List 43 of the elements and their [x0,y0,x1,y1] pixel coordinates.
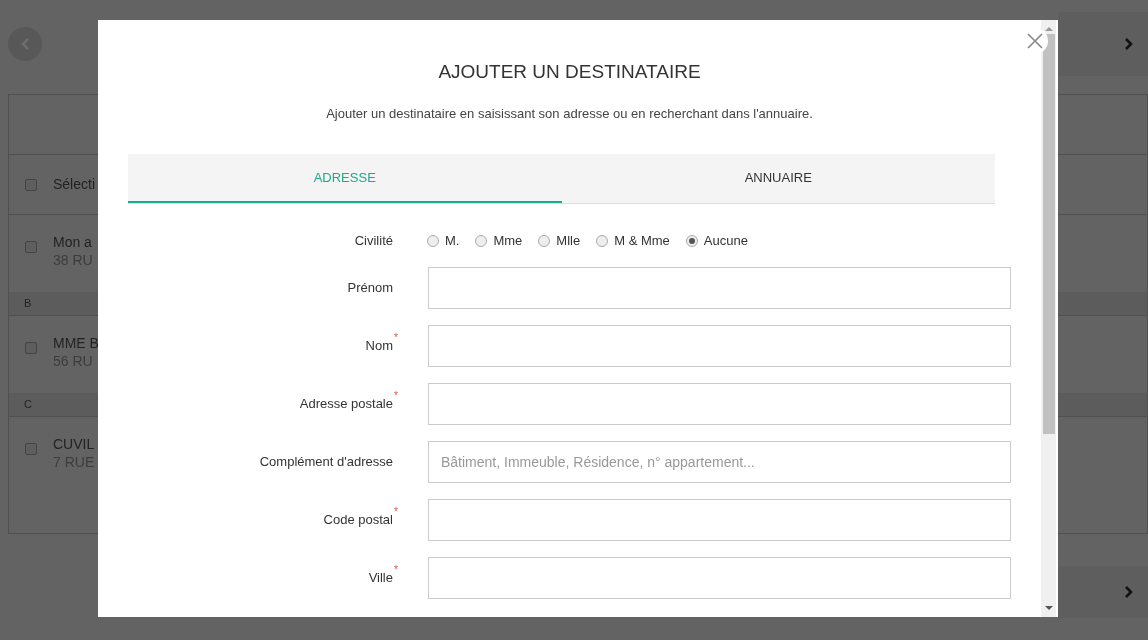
radio-label: Aucune [703,232,748,251]
required-asterisk: * [394,389,398,404]
field-label: Prénom [346,279,393,298]
checkbox[interactable] [25,342,37,354]
required-asterisk: * [394,563,398,578]
required-asterisk: * [394,331,398,346]
radio-button[interactable] [596,235,609,247]
field-label: Complément d'adresse [258,453,393,472]
radio-button[interactable] [685,235,698,247]
scroll-up-icon[interactable] [1044,26,1053,32]
group-letter: C [24,397,32,413]
dialog-title: AJOUTER UN DESTINATAIRE [437,60,702,84]
close-icon [1027,33,1043,49]
contact-name: MME B [53,334,99,352]
scrollbar[interactable] [1041,20,1056,617]
radio-button[interactable] [538,235,551,247]
text-field[interactable]: Bâtiment, Immeuble, Résidence, n° appartement... [428,441,1011,483]
checkbox[interactable] [25,178,37,191]
select-all-label: Sélecti [53,175,96,194]
radio-label: M. [445,232,460,251]
text-field[interactable] [428,267,1011,309]
radio-button[interactable] [427,235,439,247]
radio-button[interactable] [475,235,488,247]
radio-label: Mlle [556,232,581,251]
dialog-subtitle: Ajouter un destinataire en saisissant son adresse ou en recherchant dans l'annuaire. [325,104,814,123]
text-field[interactable] [428,557,1011,599]
text-field[interactable] [428,499,1011,541]
text-field[interactable] [428,383,1011,425]
radio-label: Mme [493,232,523,251]
tab[interactable]: ANNUAIRE [561,154,995,203]
text-field[interactable] [428,325,1011,367]
civility-label: Civilité [353,232,393,251]
checkbox[interactable] [25,241,37,253]
group-letter: B [24,296,32,312]
scroll-down-icon[interactable] [1044,605,1053,611]
checkbox[interactable] [25,443,37,455]
scrollbar-thumb[interactable] [1042,34,1055,434]
chevron-right-icon[interactable] [1124,37,1134,51]
required-asterisk: * [394,505,398,520]
contact-name: CUVIL [53,435,95,453]
chevron-right-icon[interactable] [1124,585,1134,599]
radio-label: M & Mme [614,232,670,251]
contact-name: Mon a [53,233,93,251]
